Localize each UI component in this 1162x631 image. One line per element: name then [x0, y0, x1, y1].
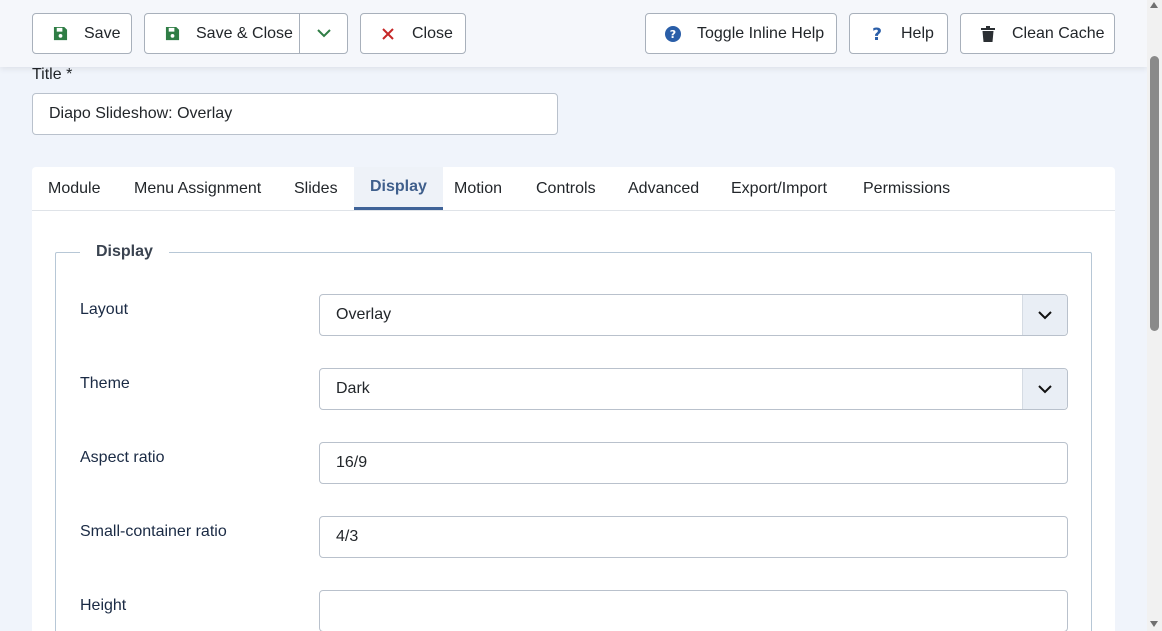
svg-text:?: ?: [872, 26, 882, 42]
tab-bar: Module Menu Assignment Slides Display Mo…: [32, 167, 1115, 211]
small-container-ratio-value: 4/3: [336, 528, 359, 545]
chevron-down-icon: [317, 29, 331, 38]
height-input[interactable]: [319, 590, 1068, 631]
theme-label: Theme: [80, 375, 130, 392]
chevron-down-icon[interactable]: [1022, 369, 1067, 409]
height-label: Height: [80, 597, 127, 614]
aspect-ratio-value: 16/9: [336, 454, 368, 471]
tab-display[interactable]: Display: [354, 167, 443, 210]
clean-cache-label: Clean Cache: [1012, 24, 1105, 42]
page-scrollbar[interactable]: [1147, 0, 1162, 631]
theme-select[interactable]: Dark: [319, 368, 1068, 410]
layout-select-value: Overlay: [336, 306, 392, 323]
tab-advanced[interactable]: Advanced: [612, 167, 715, 210]
theme-select-value: Dark: [336, 380, 370, 397]
clean-cache-button[interactable]: Clean Cache: [960, 13, 1115, 54]
scroll-down-arrow-icon[interactable]: [1150, 621, 1158, 627]
save-close-label: Save & Close: [196, 24, 293, 42]
toggle-inline-help-button[interactable]: ? Toggle Inline Help: [645, 13, 837, 54]
scroll-up-arrow-icon[interactable]: [1150, 2, 1158, 8]
layout-label: Layout: [80, 301, 129, 318]
toggle-inline-help-label: Toggle Inline Help: [697, 24, 825, 42]
floppy-disk-icon: [163, 25, 181, 43]
aspect-ratio-label: Aspect ratio: [80, 449, 165, 466]
close-button[interactable]: Close: [360, 13, 466, 54]
tab-motion[interactable]: Motion: [438, 167, 518, 210]
floppy-disk-icon: [51, 25, 69, 43]
save-options-dropdown-toggle[interactable]: [300, 14, 348, 53]
close-label: Close: [412, 24, 453, 42]
scrollbar-thumb[interactable]: [1150, 56, 1159, 331]
small-container-ratio-label: Small-container ratio: [80, 523, 227, 540]
svg-text:?: ?: [670, 28, 676, 41]
question-circle-icon: ?: [664, 25, 682, 43]
display-legend: Display: [80, 243, 169, 261]
aspect-ratio-input[interactable]: 16/9: [319, 442, 1068, 484]
save-label: Save: [84, 24, 121, 42]
close-icon: [379, 25, 397, 43]
save-close-button[interactable]: Save & Close: [144, 13, 348, 54]
small-container-ratio-input[interactable]: 4/3: [319, 516, 1068, 558]
title-input[interactable]: [32, 93, 558, 135]
tab-menu-assignment[interactable]: Menu Assignment: [118, 167, 277, 210]
tab-slides[interactable]: Slides: [278, 167, 354, 210]
tab-controls[interactable]: Controls: [520, 167, 612, 210]
help-label: Help: [901, 24, 934, 42]
layout-select[interactable]: Overlay: [319, 294, 1068, 336]
help-button[interactable]: ? Help: [849, 13, 948, 54]
tab-permissions[interactable]: Permissions: [847, 167, 966, 210]
question-mark-icon: ?: [868, 25, 886, 43]
title-label: Title *: [32, 66, 73, 83]
chevron-down-icon[interactable]: [1022, 295, 1067, 335]
tab-export-import[interactable]: Export/Import: [715, 167, 843, 210]
toolbar: Save Save & Close Close ? Toggle Inline …: [0, 0, 1147, 67]
trash-icon: [979, 25, 997, 43]
save-button[interactable]: Save: [32, 13, 132, 54]
tab-module[interactable]: Module: [32, 167, 116, 210]
